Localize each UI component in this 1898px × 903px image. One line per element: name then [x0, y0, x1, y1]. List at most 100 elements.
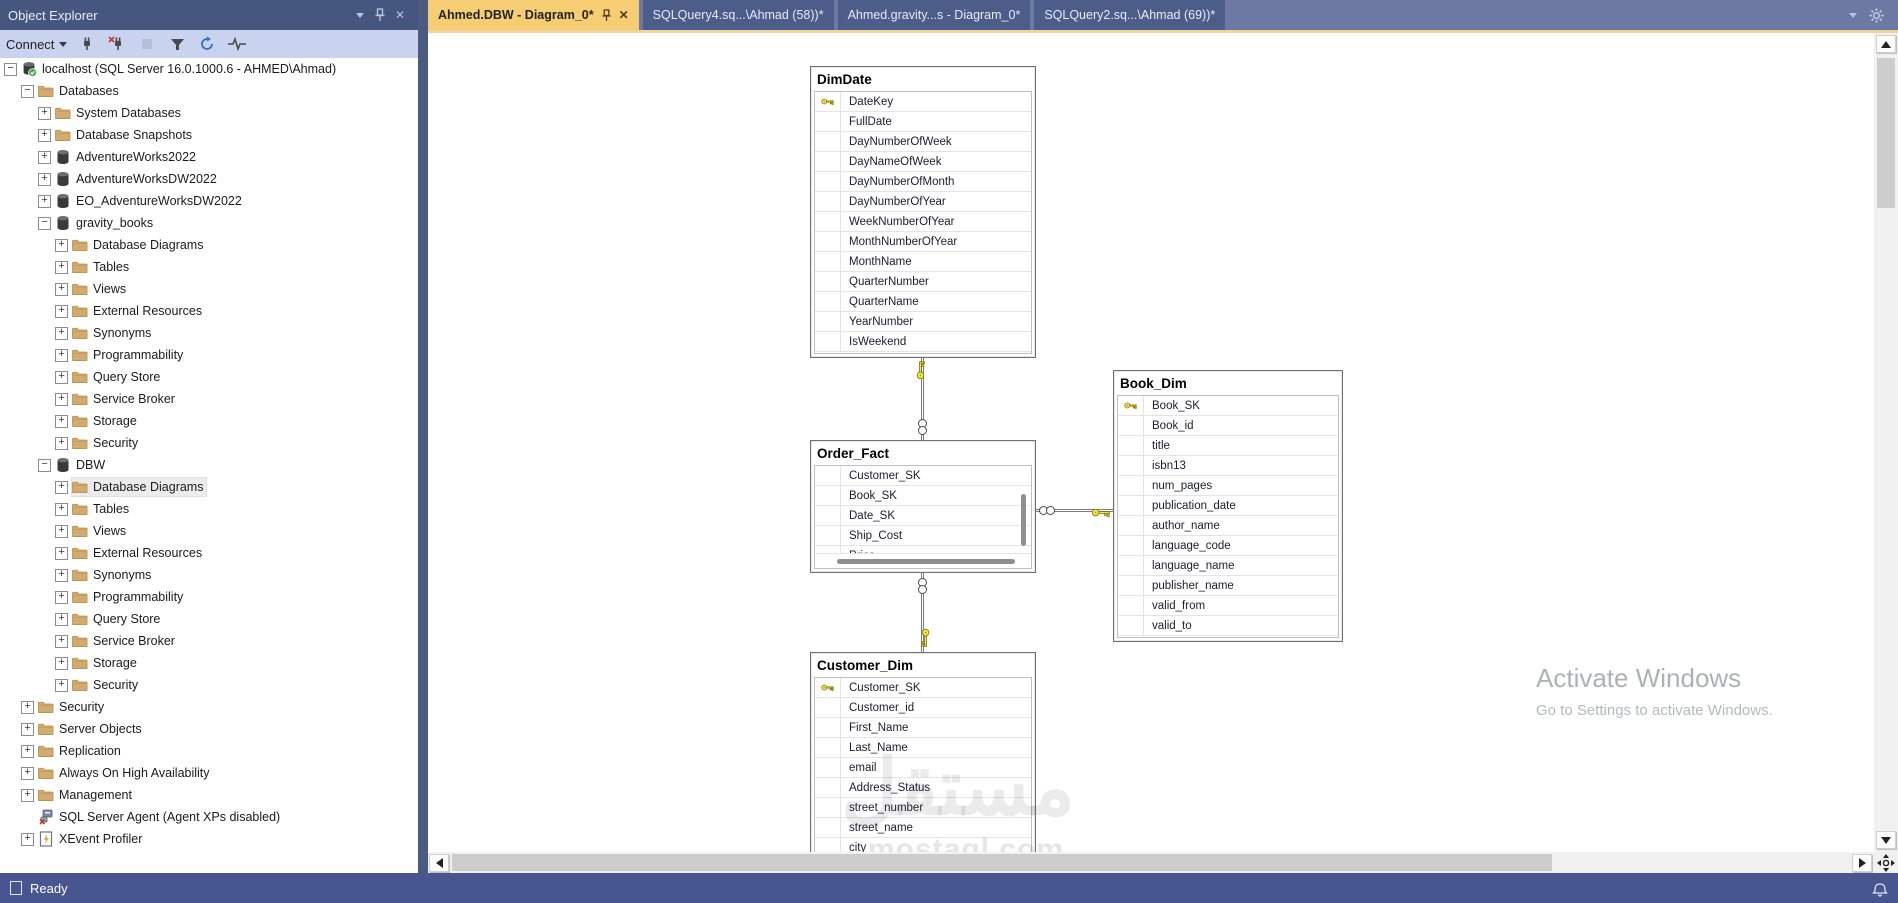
- tree-item-dbw[interactable]: − DBW: [0, 454, 418, 476]
- table-column-row[interactable]: email: [815, 758, 1031, 778]
- tree-item-server-objects[interactable]: + Server Objects: [0, 718, 418, 740]
- table-column-row[interactable]: city: [815, 838, 1031, 852]
- expand-box-icon[interactable]: +: [21, 766, 34, 780]
- expand-box-icon[interactable]: +: [21, 722, 34, 736]
- tree-item-sql-server-agent-agent-xps-disabled[interactable]: SQL Server Agent (Agent XPs disabled): [0, 806, 418, 828]
- diagram-canvas[interactable]: DimDate DateKey FullDate DayNumberOfWeek Day…: [428, 33, 1874, 852]
- expand-box-icon[interactable]: +: [55, 348, 68, 362]
- expand-box-icon[interactable]: +: [38, 106, 51, 120]
- table-column-row[interactable]: First_Name: [815, 718, 1031, 738]
- tree-item-eo-adventureworksdw2022[interactable]: + EO_AdventureWorksDW2022: [0, 190, 418, 212]
- expand-box-icon[interactable]: +: [55, 238, 68, 252]
- table-column-row[interactable]: QuarterName: [815, 292, 1031, 312]
- tree-item-views[interactable]: + Views: [0, 278, 418, 300]
- scroll-right-button[interactable]: [1852, 854, 1872, 872]
- tree-item-security[interactable]: + Security: [0, 674, 418, 696]
- table-column-row[interactable]: language_name: [1118, 556, 1338, 576]
- expand-box-icon[interactable]: +: [55, 392, 68, 406]
- tree-item-adventureworks2022[interactable]: + AdventureWorks2022: [0, 146, 418, 168]
- collapse-box-icon[interactable]: −: [38, 458, 51, 472]
- expand-box-icon[interactable]: +: [38, 172, 51, 186]
- pin-icon[interactable]: [370, 6, 390, 24]
- tab-pin-icon[interactable]: [601, 8, 612, 22]
- tree-item-tables[interactable]: + Tables: [0, 256, 418, 278]
- table-column-row[interactable]: valid_from: [1118, 596, 1338, 616]
- tree-item-database-snapshots[interactable]: + Database Snapshots: [0, 124, 418, 146]
- table-column-row[interactable]: MonthName: [815, 252, 1031, 272]
- tree-item-external-resources[interactable]: + External Resources: [0, 542, 418, 564]
- tree-item-query-store[interactable]: + Query Store: [0, 608, 418, 630]
- table-column-row[interactable]: Last_Name: [815, 738, 1031, 758]
- collapse-box-icon[interactable]: −: [4, 62, 17, 76]
- expand-box-icon[interactable]: +: [55, 480, 68, 494]
- table-column-row[interactable]: title: [1118, 436, 1338, 456]
- tree-item-storage[interactable]: + Storage: [0, 410, 418, 432]
- disconnect-plug-icon[interactable]: [107, 34, 127, 54]
- tree-item-xevent-profiler[interactable]: + XEvent Profiler: [0, 828, 418, 850]
- tree-item-service-broker[interactable]: + Service Broker: [0, 388, 418, 410]
- expand-box-icon[interactable]: +: [55, 678, 68, 692]
- table-column-row[interactable]: Book_SK: [815, 486, 1031, 506]
- diagram-table-customer_dim[interactable]: Customer_Dim Customer_SK Customer_id First_…: [810, 652, 1036, 852]
- table-column-row[interactable]: author_name: [1118, 516, 1338, 536]
- table-column-row[interactable]: Address_Status: [815, 778, 1031, 798]
- table-column-row[interactable]: publication_date: [1118, 496, 1338, 516]
- collapse-box-icon[interactable]: −: [21, 84, 34, 98]
- table-column-row[interactable]: valid_to: [1118, 616, 1338, 636]
- expand-box-icon[interactable]: +: [38, 150, 51, 164]
- vertical-scrollbar-thumb[interactable]: [1877, 58, 1895, 208]
- tree-item-external-resources[interactable]: + External Resources: [0, 300, 418, 322]
- tree-item-synonyms[interactable]: + Synonyms: [0, 322, 418, 344]
- tree-item-localhost-sql-server-16-0-1000-6-ahmed-ahmad[interactable]: − localhost (SQL Server 16.0.1000.6 - AHM…: [0, 58, 418, 80]
- scroll-left-button[interactable]: [429, 854, 449, 872]
- table-column-row[interactable]: DayNumberOfMonth: [815, 172, 1031, 192]
- tree-item-database-diagrams[interactable]: + Database Diagrams: [0, 476, 418, 498]
- tree-item-storage[interactable]: + Storage: [0, 652, 418, 674]
- expand-box-icon[interactable]: +: [55, 502, 68, 516]
- table-column-row[interactable]: QuarterNumber: [815, 272, 1031, 292]
- table-column-row[interactable]: street_name: [815, 818, 1031, 838]
- expand-box-icon[interactable]: +: [55, 546, 68, 560]
- diagram-table-order_fact[interactable]: Order_Fact Customer_SK Book_SK Date_SK Ship_…: [810, 440, 1036, 573]
- table-column-row[interactable]: Customer_SK: [815, 678, 1031, 698]
- table-column-row[interactable]: DayNameOfWeek: [815, 152, 1031, 172]
- tree-item-databases[interactable]: − Databases: [0, 80, 418, 102]
- table-column-row[interactable]: YearNumber: [815, 312, 1031, 332]
- tree-item-service-broker[interactable]: + Service Broker: [0, 630, 418, 652]
- tree-item-system-databases[interactable]: + System Databases: [0, 102, 418, 124]
- filter-icon[interactable]: [167, 34, 187, 54]
- diagram-table-book_dim[interactable]: Book_Dim Book_SK Book_id title isbn13 num_pag…: [1113, 370, 1343, 642]
- tree-item-programmability[interactable]: + Programmability: [0, 586, 418, 608]
- expand-box-icon[interactable]: +: [55, 282, 68, 296]
- expand-box-icon[interactable]: +: [55, 414, 68, 428]
- tab-list-dropdown-icon[interactable]: [1849, 12, 1857, 18]
- expand-box-icon[interactable]: +: [21, 832, 34, 846]
- connect-plug-icon[interactable]: [77, 34, 97, 54]
- table-column-row[interactable]: num_pages: [1118, 476, 1338, 496]
- tree-item-query-store[interactable]: + Query Store: [0, 366, 418, 388]
- expand-box-icon[interactable]: +: [55, 370, 68, 384]
- table-column-row[interactable]: DayNumberOfWeek: [815, 132, 1031, 152]
- expand-box-icon[interactable]: +: [55, 260, 68, 274]
- expand-box-icon[interactable]: +: [38, 194, 51, 208]
- table-column-row[interactable]: street_number: [815, 798, 1031, 818]
- table-column-row[interactable]: WeekNumberOfYear: [815, 212, 1031, 232]
- tree-item-gravity-books[interactable]: − gravity_books: [0, 212, 418, 234]
- expand-box-icon[interactable]: +: [55, 304, 68, 318]
- table-column-row[interactable]: FullDate: [815, 112, 1031, 132]
- document-tab-1[interactable]: Ahmed.DBW - Diagram_0* ✕: [428, 0, 639, 30]
- table-column-row[interactable]: DayNumberOfYear: [815, 192, 1031, 212]
- scroll-up-button[interactable]: [1876, 35, 1896, 53]
- window-position-icon[interactable]: [350, 6, 370, 24]
- table-vertical-scrollbar-thumb[interactable]: [1021, 494, 1026, 546]
- expand-box-icon[interactable]: +: [55, 326, 68, 340]
- expand-box-icon[interactable]: +: [55, 634, 68, 648]
- expand-box-icon[interactable]: +: [55, 436, 68, 450]
- gear-icon[interactable]: [1869, 7, 1884, 23]
- table-column-row[interactable]: IsWeekend: [815, 332, 1031, 352]
- diagram-table-dimdate[interactable]: DimDate DateKey FullDate DayNumberOfWeek Day…: [810, 66, 1036, 358]
- table-column-row[interactable]: language_code: [1118, 536, 1338, 556]
- tree-item-replication[interactable]: + Replication: [0, 740, 418, 762]
- expand-box-icon[interactable]: +: [55, 656, 68, 670]
- table-column-row[interactable]: Date_SK: [815, 506, 1031, 526]
